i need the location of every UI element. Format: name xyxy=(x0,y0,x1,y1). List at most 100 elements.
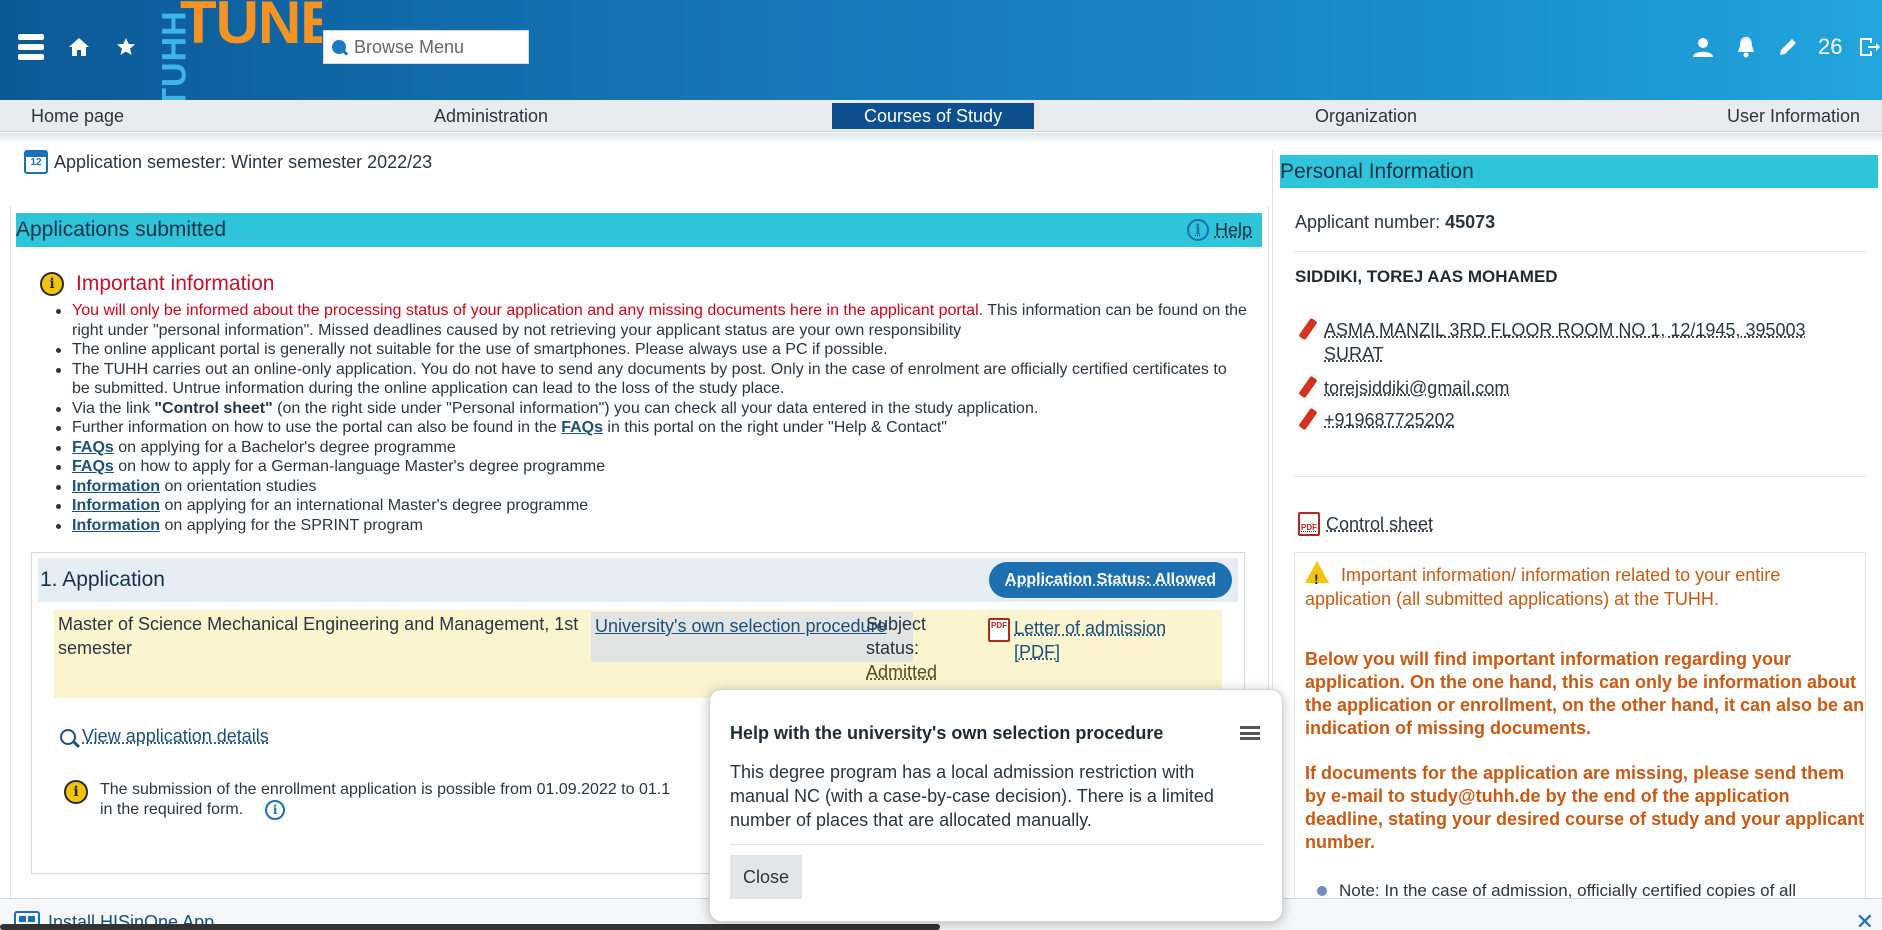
list-item-text: on how to apply for a German-language Ma… xyxy=(114,458,605,475)
list-item-text: (on the right side under "Personal infor… xyxy=(273,400,1039,417)
browse-menu-search[interactable] xyxy=(323,30,529,64)
address-row: ASMA MANZIL 3RD FLOOR ROOM NO 1, 12/1945… xyxy=(1300,318,1820,366)
list-item-text: in this portal on the right under "Help … xyxy=(603,419,947,436)
faqs-link[interactable]: FAQs xyxy=(561,419,603,436)
list-item: Further information on how to use the po… xyxy=(72,418,1247,438)
star-icon[interactable] xyxy=(111,32,141,62)
list-item: Information on applying for an internati… xyxy=(72,496,1247,516)
letter-of-admission-link[interactable]: Letter of admission [PDF] xyxy=(1014,616,1188,664)
nav-courses-of-study[interactable]: Courses of Study xyxy=(832,103,1034,129)
magnifier-icon xyxy=(60,729,76,745)
bell-icon[interactable] xyxy=(1736,30,1756,64)
applicant-number-label: Applicant number: xyxy=(1295,212,1445,232)
edit-pencil-icon[interactable] xyxy=(1300,376,1314,400)
info-international-master-link[interactable]: Information xyxy=(72,497,160,514)
close-button[interactable]: Close xyxy=(730,855,802,899)
popup-title: Help with the university's own selection… xyxy=(730,723,1163,744)
nav-shadow xyxy=(0,133,1882,143)
list-item: FAQs on how to apply for a German-langua… xyxy=(72,457,1247,477)
horizontal-scrollbar[interactable] xyxy=(0,924,940,930)
application-title: 1. Application xyxy=(40,568,165,592)
tune-logo[interactable]: TUHH TUNE xyxy=(142,0,322,100)
application-semester: 12 Application semester: Winter semester… xyxy=(24,150,432,174)
enrollment-note-text: The submission of the enrollment applica… xyxy=(100,781,670,798)
subject-status: Subject status: Admitted xyxy=(866,612,976,684)
email-link[interactable]: torejsiddiki@gmail.com xyxy=(1324,376,1509,400)
enrollment-note-text-2: in the required form. xyxy=(100,801,243,818)
phone-link[interactable]: +919687725202 xyxy=(1324,408,1455,432)
missing-documents-paragraph: If documents for the application are mis… xyxy=(1305,762,1865,854)
info-icon: i xyxy=(1187,219,1209,241)
main-navigation: Home page Administration Courses of Stud… xyxy=(0,100,1882,132)
info-icon[interactable]: i xyxy=(265,800,285,820)
search-input[interactable] xyxy=(354,37,514,58)
warning-icon xyxy=(1305,561,1329,583)
pdf-icon: PDF xyxy=(1298,512,1320,536)
divider xyxy=(1294,251,1866,252)
nav-home-page[interactable]: Home page xyxy=(27,103,128,129)
letter-of-admission: PDF Letter of admission [PDF] xyxy=(988,612,1188,664)
pdf-icon: PDF xyxy=(988,618,1010,642)
application-status-badge[interactable]: Application Status: Allowed xyxy=(989,562,1232,598)
enrollment-note: i The submission of the enrollment appli… xyxy=(64,780,740,820)
help-popup: Help with the university's own selection… xyxy=(709,689,1283,922)
warning-title-text: Important information/ information relat… xyxy=(1305,565,1780,609)
home-icon[interactable] xyxy=(64,32,94,62)
status-warning-text: You will only be informed about the proc… xyxy=(72,302,983,319)
applicant-number-value: 45073 xyxy=(1445,212,1495,232)
logo-main-text: TUNE xyxy=(180,0,322,57)
logout-icon[interactable] xyxy=(1858,30,1880,64)
pencil-icon[interactable] xyxy=(1777,30,1799,64)
help-label: Help xyxy=(1215,220,1252,241)
applications-submitted-header: Applications submitted i Help xyxy=(16,213,1262,247)
list-item-text: The online applicant portal is generally… xyxy=(72,341,888,358)
view-application-details-link[interactable]: View application details xyxy=(60,726,269,747)
info-icon: i xyxy=(64,780,88,804)
info-sprint-link[interactable]: Information xyxy=(72,517,160,534)
menu-icon[interactable] xyxy=(1240,726,1260,740)
info-orientation-link[interactable]: Information xyxy=(72,478,160,495)
phone-row: +919687725202 xyxy=(1300,408,1455,432)
email-row: torejsiddiki@gmail.com xyxy=(1300,376,1509,400)
applicant-number: Applicant number: 45073 xyxy=(1295,212,1495,233)
nav-organization[interactable]: Organization xyxy=(1311,103,1421,129)
applicant-name: SIDDIKI, TOREJ AAS MOHAMED xyxy=(1295,267,1558,287)
nav-user-information[interactable]: User Information xyxy=(1723,103,1864,129)
top-header: TUHH TUNE 26 xyxy=(0,0,1882,100)
control-sheet-link[interactable]: PDF Control sheet xyxy=(1298,512,1433,536)
popup-body: This degree program has a local admissio… xyxy=(730,760,1250,832)
selection-procedure-link[interactable]: University's own selection procedure xyxy=(591,612,913,662)
list-item-text: on applying for a Bachelor's degree prog… xyxy=(114,439,456,456)
program-name: Master of Science Mechanical Engineering… xyxy=(58,612,588,660)
edit-pencil-icon[interactable] xyxy=(1300,408,1314,432)
section-title: Applications submitted xyxy=(16,218,226,242)
control-sheet-mention: "Control sheet" xyxy=(154,400,272,417)
subject-status-value: Admitted xyxy=(866,660,976,684)
menu-icon[interactable] xyxy=(16,32,46,62)
list-item-text: Further information on how to use the po… xyxy=(72,419,561,436)
list-item-text: The TUHH carries out an online-only appl… xyxy=(72,361,1227,398)
list-item: Via the link "Control sheet" (on the rig… xyxy=(72,399,1247,419)
user-icon[interactable] xyxy=(1692,30,1714,64)
application-header: 1. Application Application Status: Allow… xyxy=(38,558,1238,602)
search-icon xyxy=(332,40,346,54)
control-sheet-label: Control sheet xyxy=(1326,514,1433,535)
list-item-text: on orientation studies xyxy=(160,478,317,495)
list-item: Information on applying for the SPRINT p… xyxy=(72,516,1247,536)
list-item: FAQs on applying for a Bachelor's degree… xyxy=(72,438,1247,458)
important-title: Important information xyxy=(76,272,274,296)
faqs-bachelor-link[interactable]: FAQs xyxy=(72,439,114,456)
important-notes-paragraph: Below you will find important informatio… xyxy=(1305,648,1865,740)
view-details-label: View application details xyxy=(82,726,269,747)
help-link[interactable]: i Help xyxy=(1187,219,1252,241)
divider xyxy=(1294,476,1866,477)
important-information-list: You will only be informed about the proc… xyxy=(72,301,1247,535)
divider xyxy=(730,844,1264,845)
info-icon: i xyxy=(40,272,64,296)
edit-pencil-icon[interactable] xyxy=(1300,318,1314,342)
nav-administration[interactable]: Administration xyxy=(430,103,552,129)
list-item-text: on applying for the SPRINT program xyxy=(160,517,423,534)
chevron-down-icon[interactable]: ✕ xyxy=(1856,909,1874,930)
faqs-master-link[interactable]: FAQs xyxy=(72,458,114,475)
address-link[interactable]: ASMA MANZIL 3RD FLOOR ROOM NO 1, 12/1945… xyxy=(1324,318,1820,366)
